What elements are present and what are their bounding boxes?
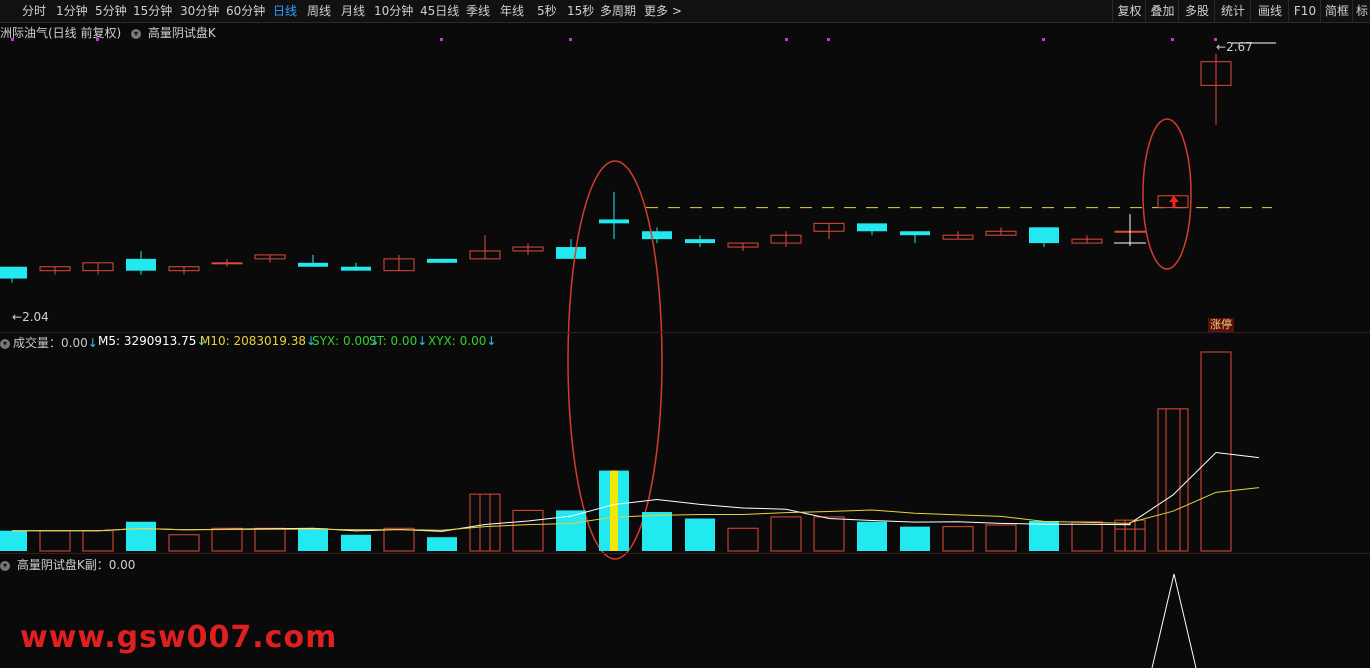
limit-up-badge: 涨停 — [1208, 318, 1234, 332]
volume-bar-down — [642, 512, 672, 551]
down-arrow-icon: ↓ — [486, 334, 497, 348]
volume-bar-down — [298, 528, 328, 551]
watermark: www.gsw007.com — [20, 620, 338, 655]
volume-bar-highlight — [610, 470, 618, 551]
volume-bar-up — [942, 526, 974, 552]
volume-bar-up — [168, 534, 200, 552]
volume-bar-up — [770, 516, 802, 552]
candle-body-down — [341, 266, 371, 271]
volume-bar-up — [254, 527, 286, 552]
collapse-sub-icon[interactable]: ▾ — [0, 560, 10, 571]
high-price-label: ←2.67 — [1216, 40, 1253, 54]
volume-bar-down — [900, 526, 930, 551]
purple-marker — [1042, 38, 1045, 41]
volume-bar-up — [1114, 528, 1146, 552]
ma5-line — [12, 451, 1260, 532]
volume-indicator-4: ST: 0.00 — [369, 334, 418, 348]
purple-marker — [11, 38, 14, 41]
volume-bar-up — [39, 530, 71, 552]
candle-body-down — [1029, 227, 1059, 244]
candle-body-up — [211, 262, 243, 265]
candle-body-down — [857, 223, 887, 232]
volume-item: XYX: 0.00↓ — [428, 334, 496, 348]
purple-marker — [785, 38, 788, 41]
candle-body-down — [0, 266, 27, 279]
volume-bar-up — [1200, 351, 1232, 552]
volume-bar-up — [813, 516, 845, 552]
volume-bar-down — [1029, 520, 1059, 551]
volume-indicator-2: M10: 2083019.38 — [200, 334, 307, 348]
purple-marker — [569, 38, 572, 41]
volume-bar-down — [857, 521, 887, 551]
volume-bar-up — [383, 527, 415, 552]
volume-bar-up — [469, 493, 501, 552]
candle-body-down — [599, 219, 629, 224]
volume-bar-down — [685, 518, 715, 551]
down-arrow-icon: ↓ — [87, 336, 98, 350]
volume-bar-up — [211, 527, 243, 552]
candle-body-down — [685, 239, 715, 244]
sub-indicator-peak — [1151, 573, 1197, 668]
purple-marker — [1171, 38, 1174, 41]
purple-marker — [440, 38, 443, 41]
volume-bar-up — [512, 509, 544, 552]
sub-indicator-row: ▾ 高量阴试盘K副：0.00 — [0, 556, 135, 573]
volume-indicator-5: XYX: 0.00 — [428, 334, 487, 348]
purple-marker — [827, 38, 830, 41]
candle-body-down — [126, 258, 156, 271]
volume-bar-down — [0, 530, 27, 551]
collapse-volume-icon[interactable]: ▾ — [0, 338, 10, 349]
main-volume-divider — [0, 332, 1370, 333]
red-up-arrow-icon — [1169, 196, 1179, 207]
volume-bar-up — [1157, 408, 1189, 552]
volume-bar-up — [1071, 521, 1103, 552]
volume-item: ▾ 成交量：0.00↓ — [0, 334, 98, 351]
volume-bar-up — [82, 530, 114, 552]
highlight-ellipse-right — [1142, 118, 1192, 270]
volume-bar-down — [126, 521, 156, 551]
volume-bar-up — [985, 524, 1017, 552]
sub-indicator-label: 高量阴试盘K副：0.00 — [16, 558, 136, 572]
candle-body-down — [900, 231, 930, 236]
candle-body-down — [556, 247, 586, 259]
volume-indicator-1: M5: 3290913.75 — [98, 334, 197, 348]
down-arrow-icon: ↓ — [417, 334, 428, 348]
candle-body-down — [642, 231, 672, 240]
volume-item: M10: 2083019.38↓ — [200, 334, 316, 348]
candle-body-down — [427, 258, 457, 263]
volume-indicator-0: 成交量：0.00 — [13, 336, 88, 350]
volume-bar-up — [727, 527, 759, 552]
purple-marker — [96, 38, 99, 41]
volume-item: M5: 3290913.75↓ — [98, 334, 206, 348]
volume-bar-down — [341, 534, 371, 551]
low-price-label: ←2.04 — [12, 310, 49, 324]
candle-body-down — [298, 262, 328, 267]
volume-sub-divider — [0, 553, 1370, 554]
volume-item: ST: 0.00↓ — [369, 334, 427, 348]
volume-indicator-3: SYX: 0.00 — [312, 334, 370, 348]
volume-bar-down — [427, 537, 457, 551]
